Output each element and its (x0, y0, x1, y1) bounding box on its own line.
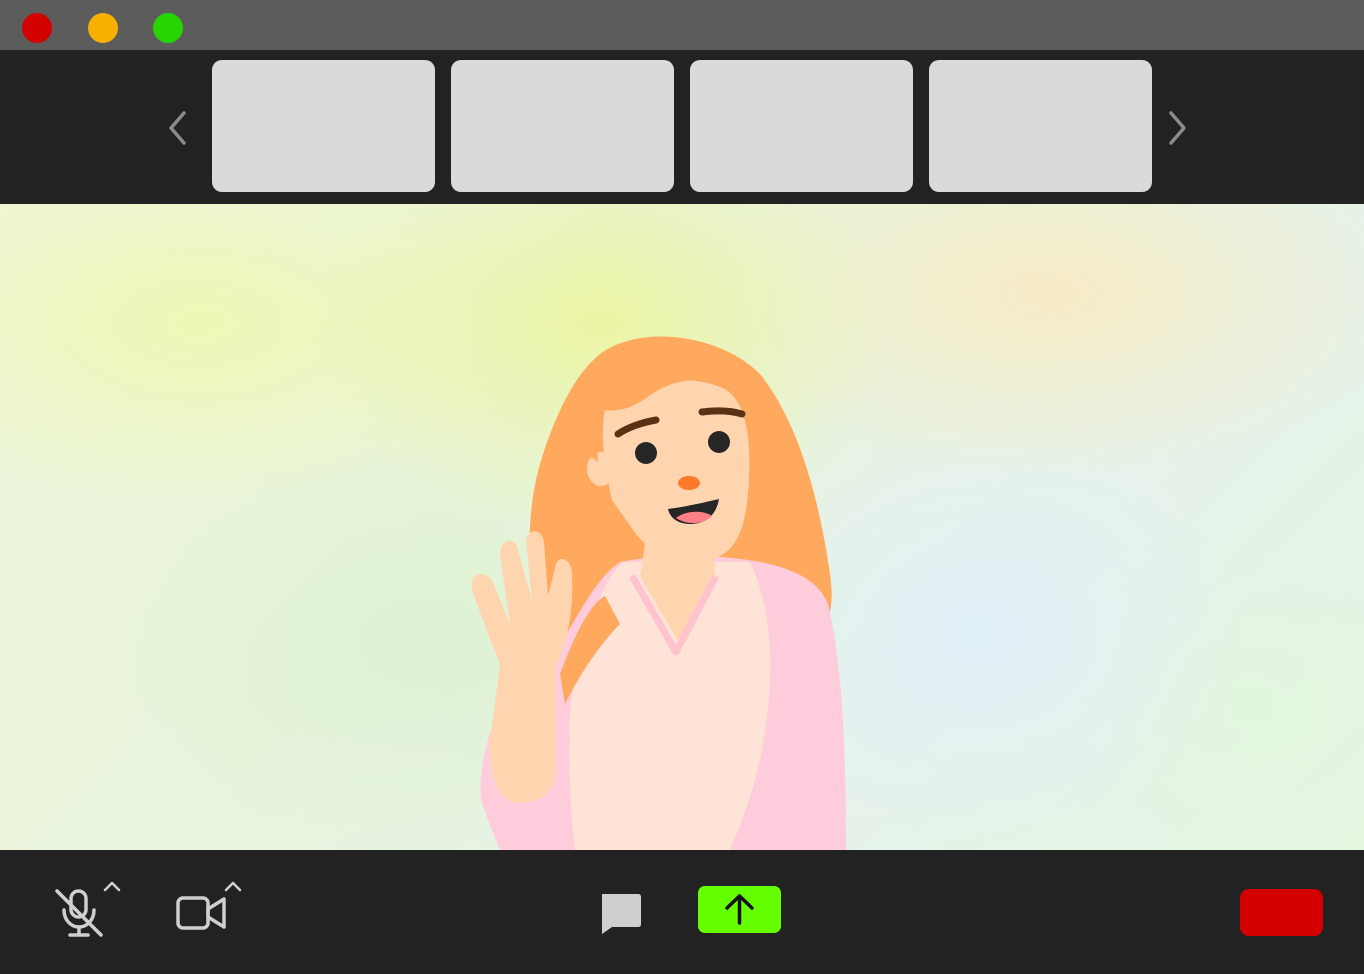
minimize-window-button[interactable] (88, 13, 118, 43)
chat-bubble-icon[interactable] (598, 892, 642, 934)
speaker-illustration (471, 336, 846, 850)
close-window-button[interactable] (22, 13, 52, 43)
participant-thumbnail[interactable] (929, 60, 1152, 192)
microphone-muted-icon[interactable] (52, 886, 106, 940)
share-screen-button[interactable] (698, 886, 781, 933)
zoom-window-button[interactable] (153, 13, 183, 43)
participant-thumbnail-strip (0, 50, 1364, 204)
caret-up-icon[interactable] (103, 880, 121, 892)
window-titlebar (0, 0, 1364, 50)
meeting-controls-toolbar (0, 850, 1364, 974)
main-video-feed (0, 204, 1364, 850)
chevron-left-icon[interactable] (166, 108, 190, 148)
participant-thumbnail[interactable] (212, 60, 435, 192)
leave-meeting-button[interactable] (1240, 889, 1323, 936)
arrow-up-icon (725, 894, 754, 925)
chevron-right-icon[interactable] (1165, 108, 1189, 148)
participant-thumbnail[interactable] (451, 60, 674, 192)
participant-thumbnail[interactable] (690, 60, 913, 192)
video-camera-icon[interactable] (176, 894, 228, 932)
caret-up-icon[interactable] (224, 880, 242, 892)
